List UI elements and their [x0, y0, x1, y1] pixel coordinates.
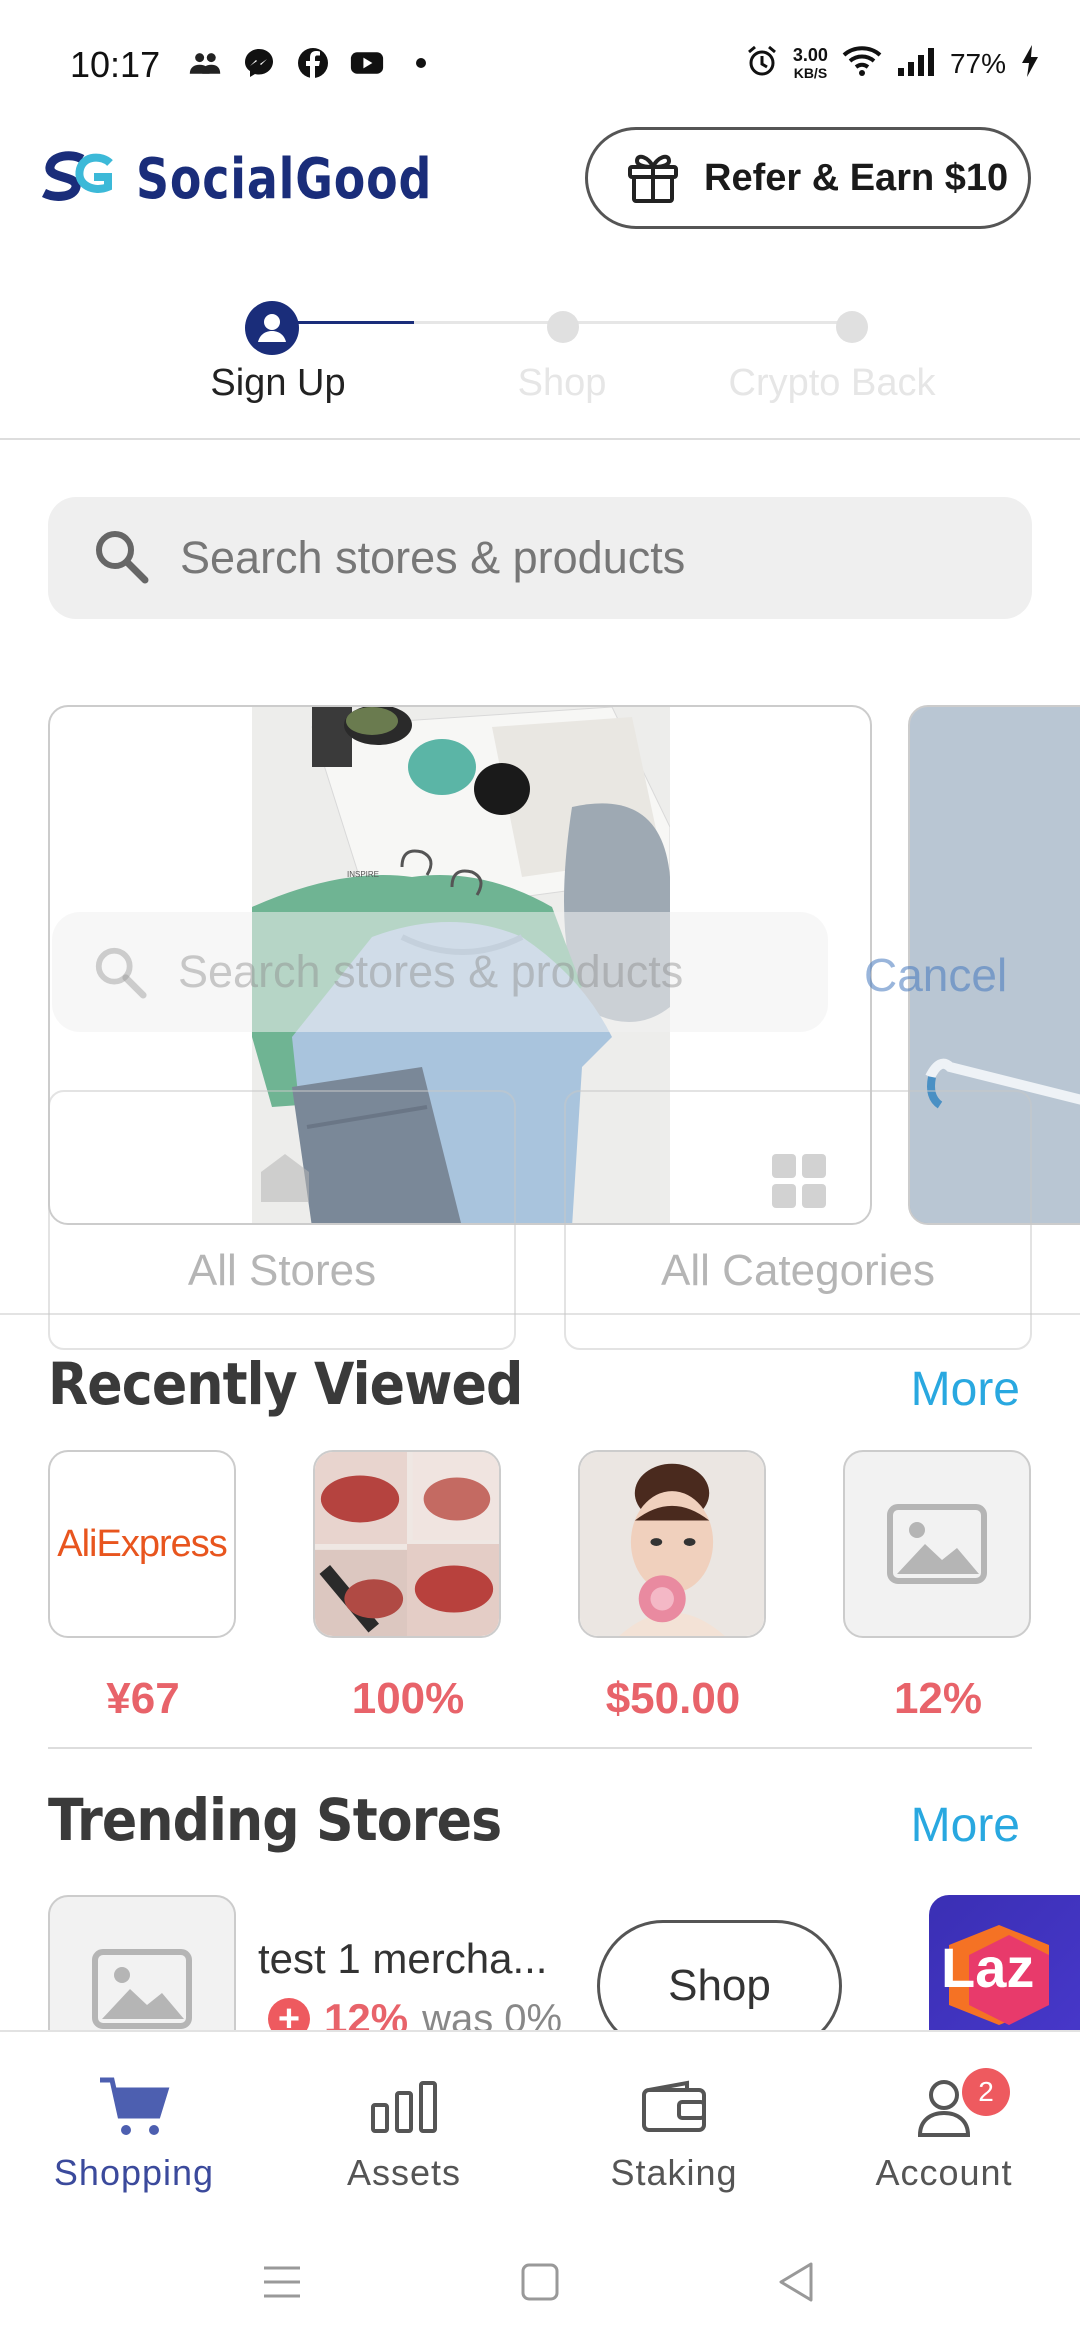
image-placeholder-icon [843, 1450, 1031, 1638]
socialgood-logo-icon [41, 149, 114, 210]
step-signup-label: Sign Up [210, 362, 346, 404]
recent-item-value: 12% [893, 1674, 983, 1723]
youtube-icon [350, 46, 384, 80]
app-header: SocialGood Refer & Earn $10 [0, 125, 1080, 240]
cart-icon [24, 2072, 244, 2142]
messenger-icon [242, 46, 276, 80]
trend-store-rate: + 12% was 0% [268, 1995, 562, 2035]
menu-icon[interactable] [252, 2260, 312, 2304]
status-time: 10:17 [70, 44, 161, 85]
recent-item-portrait[interactable]: $50.00 [578, 1450, 768, 1724]
back-icon[interactable] [766, 2260, 826, 2304]
stepper-line-inactive [414, 321, 854, 324]
nav-shopping-label: Shopping [53, 2152, 215, 2193]
banner-carousel[interactable]: INSPIRE [0, 705, 1080, 1230]
trending-stores-title: Trending Stores [48, 1786, 502, 1854]
recent-item-placeholder[interactable]: 12% [843, 1450, 1033, 1724]
banner-card[interactable]: INSPIRE [48, 705, 872, 1225]
step-shop-node[interactable] [545, 309, 581, 350]
net-speed: 3.00 KB/S [792, 44, 828, 81]
lipstick-photo [313, 1450, 501, 1638]
refer-earn-button[interactable]: Refer & Earn $10 [585, 127, 1031, 229]
recently-viewed-title: Recently Viewed [48, 1350, 523, 1418]
charging-icon [1020, 44, 1040, 83]
nav-assets[interactable]: Assets [294, 2072, 514, 2194]
recent-item-lipstick[interactable]: 100% [313, 1450, 503, 1724]
search-icon [92, 527, 150, 590]
trend-store-thumb[interactable] [48, 1895, 236, 2035]
signal-icon [896, 46, 936, 81]
trend-rate-value: 12% [324, 1995, 409, 2035]
svg-text:Laz: Laz [941, 1936, 1034, 1999]
overlay-all-categories-label: All Categories [661, 1246, 935, 1295]
step-shop-label: Shop [517, 362, 607, 404]
nav-account[interactable]: 2 Account [834, 2068, 1054, 2194]
lazada-logo[interactable]: Laz [929, 1895, 1080, 2035]
wallet-icon [564, 2072, 784, 2142]
dot-icon [404, 46, 438, 80]
nav-account-label: Account [875, 2152, 1013, 2193]
notification-badge: 2 [962, 2068, 1010, 2116]
banner-card-next[interactable] [908, 705, 1080, 1225]
trend-store-name[interactable]: test 1 mercha... [258, 1935, 547, 1983]
recently-viewed-more-link[interactable]: More [911, 1362, 1020, 1417]
nav-assets-label: Assets [346, 2152, 462, 2193]
trending-stores-more-link[interactable]: More [911, 1798, 1020, 1853]
shop-button[interactable]: Shop [597, 1920, 842, 2035]
notification-icons [188, 46, 438, 80]
home-icon[interactable] [510, 2260, 570, 2304]
svg-text:INSPIRE: INSPIRE [347, 870, 379, 879]
status-bar: 10:17 3.00 KB/S 77% [0, 0, 1080, 130]
system-navigation-bar [0, 2210, 1080, 2340]
nav-shopping[interactable]: Shopping [24, 2072, 244, 2194]
onboarding-stepper: Sign Up Shop Crypto Back [0, 290, 1080, 440]
banner-photo-clothing: INSPIRE [252, 707, 670, 1223]
brand-name: SocialGood [136, 147, 433, 212]
step-signup-node[interactable] [244, 300, 300, 361]
brand-logo[interactable]: SocialGood [41, 147, 497, 212]
step-crypto-label: Crypto Back [728, 362, 936, 404]
refer-earn-label: Refer & Earn $10 [704, 156, 1009, 199]
group-icon [188, 46, 222, 80]
recent-item-value: 100% [351, 1674, 465, 1723]
recent-item-value: $50.00 [605, 1674, 741, 1723]
status-right: 3.00 KB/S 77% [745, 44, 1040, 83]
wifi-icon [842, 45, 882, 82]
battery-percent: 77% [949, 47, 1006, 79]
section-divider [48, 1747, 1032, 1749]
user-icon [834, 2072, 1054, 2142]
step-crypto-node[interactable] [834, 309, 870, 350]
trending-stores-list: test 1 mercha... + 12% was 0% Shop Laz [0, 1895, 1080, 2035]
nav-staking[interactable]: Staking [564, 2072, 784, 2194]
alarm-icon [745, 44, 779, 83]
bar-chart-icon [294, 2072, 514, 2142]
nav-staking-label: Staking [610, 2152, 738, 2193]
recently-viewed-list: AliExpress ¥67 100% $50.00 12% [0, 1450, 1080, 1730]
search-input[interactable]: Search stores & products [48, 497, 1032, 619]
recent-item-aliexpress[interactable]: AliExpress ¥67 [48, 1450, 238, 1724]
bottom-navigation: Shopping Assets Staking 2 Account [0, 2030, 1080, 2210]
search-placeholder: Search stores & products [180, 532, 686, 583]
gift-icon [624, 147, 682, 210]
recent-item-value: ¥67 [106, 1674, 180, 1723]
facebook-icon [296, 46, 330, 80]
portrait-photo [578, 1450, 766, 1638]
image-placeholder-icon [92, 1949, 192, 2029]
overlay-divider [0, 1313, 1080, 1315]
overlay-all-stores-label: All Stores [187, 1246, 377, 1295]
aliexpress-logo: AliExpress [48, 1450, 236, 1638]
